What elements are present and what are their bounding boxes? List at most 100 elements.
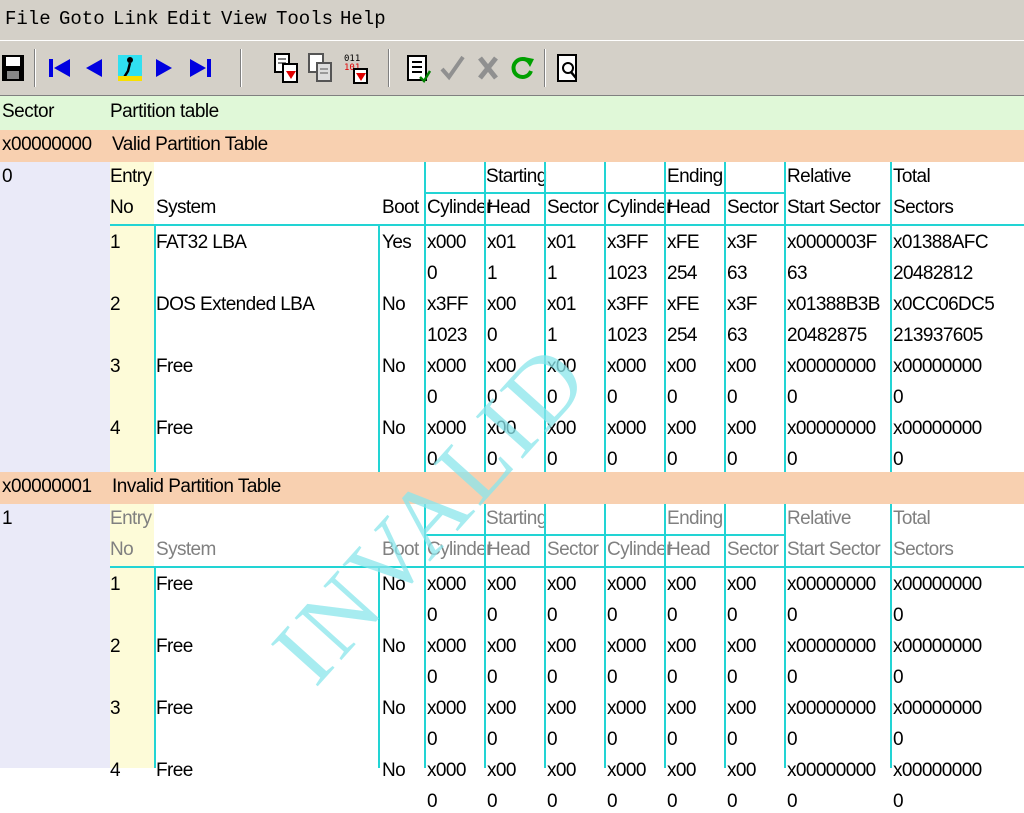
header-starting: Starting xyxy=(486,166,547,187)
grid-line xyxy=(604,504,606,768)
grid-line xyxy=(484,162,486,472)
grid-line xyxy=(110,566,1024,568)
preview-icon[interactable] xyxy=(554,51,582,85)
s-cyl-dec: 1023 xyxy=(427,325,467,346)
sector-number-cell: 1 xyxy=(0,504,110,768)
e-sec-dec: 0 xyxy=(727,667,738,688)
paste-sector-icon[interactable] xyxy=(306,51,334,85)
check-icon[interactable] xyxy=(438,51,466,85)
system-name: Free xyxy=(156,418,193,439)
s-head-hex: x00 xyxy=(487,356,516,377)
e-head-hex: xFE xyxy=(667,294,700,315)
tot-dec: 213937605 xyxy=(893,325,983,346)
e-head-dec: 254 xyxy=(667,263,698,284)
s-cyl-hex: x000 xyxy=(427,418,466,439)
walk-icon[interactable] xyxy=(116,51,144,85)
menu-edit[interactable]: Edit xyxy=(167,8,213,30)
next-icon[interactable] xyxy=(150,51,178,85)
header-head: Head xyxy=(487,539,531,560)
s-cyl-dec: 0 xyxy=(427,729,438,750)
s-sec-dec: 0 xyxy=(547,387,558,408)
menu-file[interactable]: File xyxy=(5,8,51,30)
s-cyl-dec: 0 xyxy=(427,791,438,812)
system-name: Free xyxy=(156,574,193,595)
header-start-sector: Start Sector xyxy=(787,539,881,560)
e-sec-hex: x00 xyxy=(727,418,756,439)
grid-line xyxy=(378,566,380,768)
e-sec-hex: x3F xyxy=(727,294,757,315)
grid-line xyxy=(424,162,426,472)
cancel-icon[interactable] xyxy=(474,51,502,85)
rel-dec: 0 xyxy=(787,449,798,470)
e-cyl-dec: 0 xyxy=(607,729,618,750)
menu-tools[interactable]: Tools xyxy=(276,8,333,30)
header-cylinder: Cylinder xyxy=(607,197,673,218)
prev-icon[interactable] xyxy=(82,51,110,85)
sector-column-label: Sector xyxy=(2,101,54,122)
binary-icon[interactable]: 011 101 xyxy=(342,51,370,85)
s-head-dec: 0 xyxy=(487,605,498,626)
s-head-dec: 0 xyxy=(487,667,498,688)
refresh-icon[interactable] xyxy=(508,51,536,85)
e-cyl-hex: x3FF xyxy=(607,232,648,253)
notes-icon[interactable] xyxy=(404,51,432,85)
tot-hex: x00000000 xyxy=(893,574,982,595)
e-sec-hex: x00 xyxy=(727,760,756,781)
e-sec-hex: x00 xyxy=(727,356,756,377)
menu-link[interactable]: Link xyxy=(113,8,159,30)
partition-table-bar[interactable]: x00000000 Valid Partition Table xyxy=(0,130,1024,162)
e-cyl-hex: x000 xyxy=(607,418,646,439)
header-entry: Entry xyxy=(110,508,152,529)
grid-line xyxy=(110,224,1024,226)
grid-line xyxy=(664,504,666,768)
rel-dec: 63 xyxy=(787,263,808,284)
e-sec-dec: 63 xyxy=(727,325,748,346)
header-cylinder: Cylinder xyxy=(427,197,493,218)
s-head-dec: 0 xyxy=(487,387,498,408)
rel-hex: x01388B3B xyxy=(787,294,880,315)
e-cyl-hex: x3FF xyxy=(607,294,648,315)
sector-hex: x00000001 xyxy=(2,476,92,497)
header-boot: Boot xyxy=(382,539,419,560)
header-total: Total xyxy=(893,166,931,187)
tot-dec: 0 xyxy=(893,387,904,408)
s-head-dec: 0 xyxy=(487,449,498,470)
save-icon[interactable] xyxy=(0,51,28,85)
partition-table-bar[interactable]: x00000001 Invalid Partition Table xyxy=(0,472,1024,504)
s-sec-hex: x00 xyxy=(547,356,576,377)
s-sec-dec: 0 xyxy=(547,449,558,470)
menu-help[interactable]: Help xyxy=(340,8,386,30)
header-total: Total xyxy=(893,508,931,529)
rel-hex: x00000000 xyxy=(787,760,876,781)
last-icon[interactable] xyxy=(186,51,214,85)
s-cyl-hex: x000 xyxy=(427,636,466,657)
entry-number: 2 xyxy=(110,636,121,657)
first-icon[interactable] xyxy=(46,51,74,85)
boot-flag: Yes xyxy=(382,232,412,253)
grid-line xyxy=(378,224,380,472)
rel-hex: x0000003F xyxy=(787,232,877,253)
e-cyl-hex: x000 xyxy=(607,636,646,657)
e-cyl-hex: x000 xyxy=(607,574,646,595)
header-boot: Boot xyxy=(382,197,419,218)
menu-goto[interactable]: Goto xyxy=(59,8,105,30)
e-head-hex: x00 xyxy=(667,574,696,595)
e-cyl-hex: x000 xyxy=(607,760,646,781)
s-head-hex: x00 xyxy=(487,698,516,719)
grid-line xyxy=(544,504,546,768)
s-head-dec: 1 xyxy=(487,263,498,284)
copy-sector-icon[interactable] xyxy=(272,51,300,85)
header-relative: Relative xyxy=(787,166,851,187)
menu-view[interactable]: View xyxy=(221,8,267,30)
header-head: Head xyxy=(667,197,711,218)
e-sec-dec: 63 xyxy=(727,263,748,284)
e-cyl-dec: 1023 xyxy=(607,325,647,346)
e-sec-dec: 0 xyxy=(727,449,738,470)
e-cyl-dec: 0 xyxy=(607,791,618,812)
boot-flag: No xyxy=(382,294,406,315)
s-sec-dec: 0 xyxy=(547,667,558,688)
e-head-hex: x00 xyxy=(667,760,696,781)
tot-hex: x00000000 xyxy=(893,636,982,657)
s-sec-hex: x01 xyxy=(547,232,576,253)
column-header: Sector Partition table xyxy=(0,96,1024,130)
